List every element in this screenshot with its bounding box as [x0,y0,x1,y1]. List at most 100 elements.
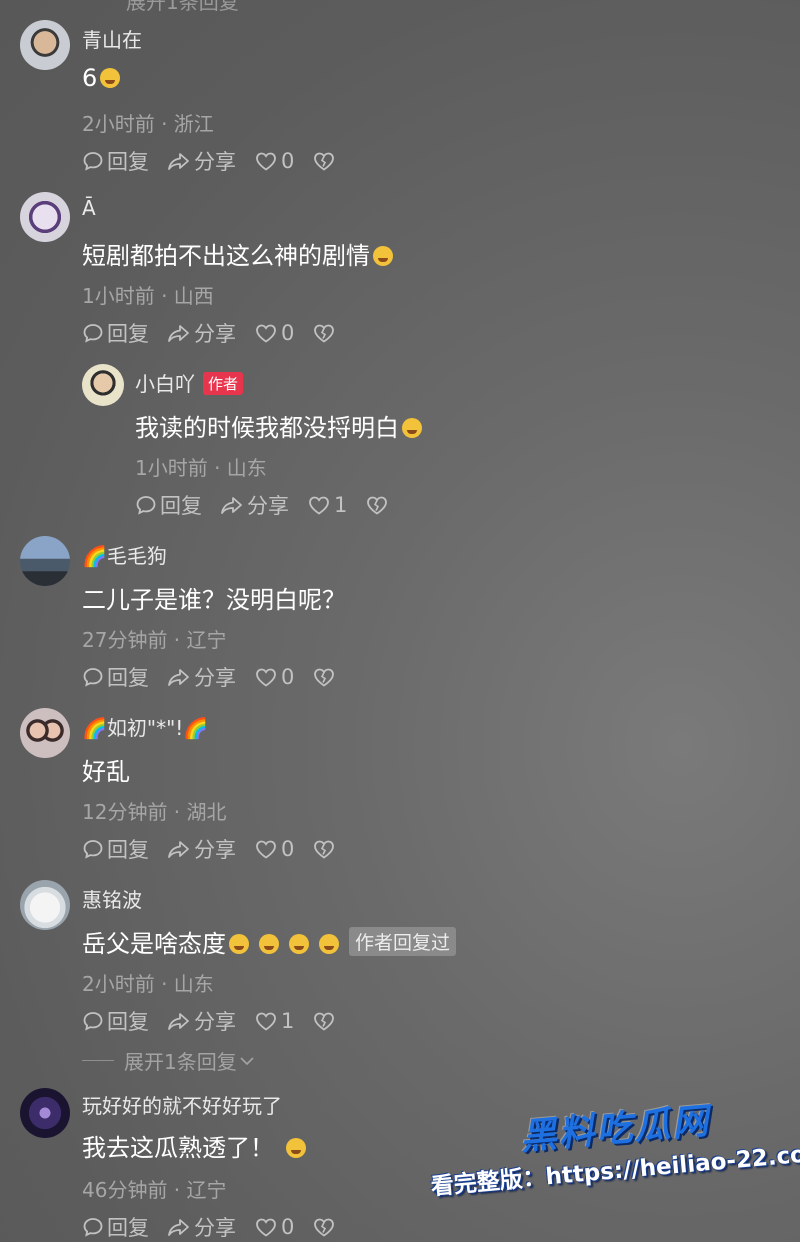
comment-actions: 回复 分享 1 [135,490,410,520]
dislike-button[interactable] [312,1216,339,1238]
share-button[interactable]: 分享 [167,146,236,176]
comment-actions: 回复 分享 1 [82,1006,357,1036]
heart-icon [254,838,278,860]
avatar[interactable] [20,880,70,930]
chevron-down-icon [240,1056,254,1065]
author-badge: 作者 [203,372,244,395]
comment-text: 岳父是啥态度 作者回复过 [82,924,457,959]
heart-icon [254,322,278,344]
heart-icon [254,1216,278,1238]
laugh-cry-emoji-icon [259,934,279,954]
broken-heart-icon [312,838,336,860]
comment-meta: 27分钟前 · 辽宁 [82,628,227,652]
broken-heart-icon [312,1216,336,1238]
reply-button[interactable]: 回复 [82,318,149,348]
like-count: 0 [281,837,295,861]
avatar[interactable] [20,708,70,758]
share-icon [167,666,191,688]
laugh-cry-emoji-icon [319,934,339,954]
like-count: 1 [281,1009,295,1033]
divider [82,1060,114,1061]
share-button[interactable]: 分享 [167,834,236,864]
dislike-button[interactable] [312,666,339,688]
top-fade: 展开1条回复 [0,0,800,14]
comment-text: 我去这瓜熟透了！ [82,1128,306,1163]
share-icon [167,150,191,172]
like-count: 0 [281,321,295,345]
dislike-button[interactable] [365,494,392,516]
commenter-name[interactable]: 惠铭波 [82,884,142,913]
avatar[interactable] [20,536,70,586]
reply-icon [82,322,104,344]
reply-button[interactable]: 回复 [135,490,202,520]
commenter-name[interactable]: 玩好好的就不好好玩了 [82,1090,282,1119]
top-partial-text: 展开1条回复 [126,0,239,14]
author-replied-tag: 作者回复过 [349,927,457,956]
laugh-cry-emoji-icon [402,418,422,438]
commenter-name[interactable]: 青山在 [82,24,142,53]
like-count: 0 [281,665,295,689]
expand-replies-button[interactable]: 展开1条回复 [82,1046,254,1075]
reply-button[interactable]: 回复 [82,834,149,864]
laugh-cry-emoji-icon [229,934,249,954]
comment-text: 二儿子是谁？没明白呢？ [82,586,346,614]
share-button[interactable]: 分享 [167,1212,236,1242]
like-button[interactable]: 0 [254,665,294,689]
reply-icon [82,150,104,172]
reply-button[interactable]: 回复 [82,1212,149,1242]
broken-heart-icon [365,494,389,516]
avatar[interactable] [20,1088,70,1138]
dislike-button[interactable] [312,838,339,860]
broken-heart-icon [312,150,336,172]
heart-icon [254,1010,278,1032]
share-icon [167,838,191,860]
reply-icon [82,666,104,688]
comment-text: 好乱 [82,758,130,786]
like-button[interactable]: 0 [254,149,294,173]
reply-icon [135,494,157,516]
like-count: 0 [281,149,295,173]
like-count: 1 [334,493,348,517]
comment-meta: 46分钟前 · 辽宁 [82,1178,227,1202]
like-button[interactable]: 1 [307,493,347,517]
reply-button[interactable]: 回复 [82,662,149,692]
like-button[interactable]: 0 [254,837,294,861]
share-button[interactable]: 分享 [167,1006,236,1036]
reply-button[interactable]: 回复 [82,146,149,176]
comment-actions: 回复 分享 0 [82,834,357,864]
comment-text: 6 [82,64,121,92]
comment-meta: 2小时前 · 山东 [82,972,214,996]
comment-actions: 回复 分享 0 [82,1212,357,1242]
commenter-name[interactable]: Ā [82,196,96,220]
share-button[interactable]: 分享 [167,318,236,348]
reply-icon [82,1010,104,1032]
share-button[interactable]: 分享 [220,490,289,520]
dislike-button[interactable] [312,322,339,344]
commenter-name[interactable]: 小白吖 作者 [135,368,244,397]
comment-meta: 12分钟前 · 湖北 [82,800,227,824]
share-button[interactable]: 分享 [167,662,236,692]
commenter-name[interactable]: 🌈毛毛狗 [82,540,167,569]
commenter-name[interactable]: 🌈如初"*"!🌈 [82,712,208,741]
avatar[interactable] [20,192,70,242]
share-icon [167,1010,191,1032]
grin-emoji-icon [100,68,121,88]
comment-actions: 回复 分享 0 [82,318,357,348]
broken-heart-icon [312,1010,336,1032]
avatar[interactable] [20,20,70,70]
comment-actions: 回复 分享 0 [82,146,357,176]
reply-icon [82,1216,104,1238]
like-button[interactable]: 0 [254,1215,294,1239]
comment-actions: 回复 分享 0 [82,662,357,692]
dislike-button[interactable] [312,1010,339,1032]
like-count: 0 [281,1215,295,1239]
reply-button[interactable]: 回复 [82,1006,149,1036]
avatar[interactable] [82,364,124,406]
laugh-cry-emoji-icon [289,934,309,954]
share-icon [220,494,244,516]
comment-meta: 2小时前 · 浙江 [82,112,214,136]
like-button[interactable]: 0 [254,321,294,345]
dislike-button[interactable] [312,150,339,172]
heart-icon [254,150,278,172]
like-button[interactable]: 1 [254,1009,294,1033]
